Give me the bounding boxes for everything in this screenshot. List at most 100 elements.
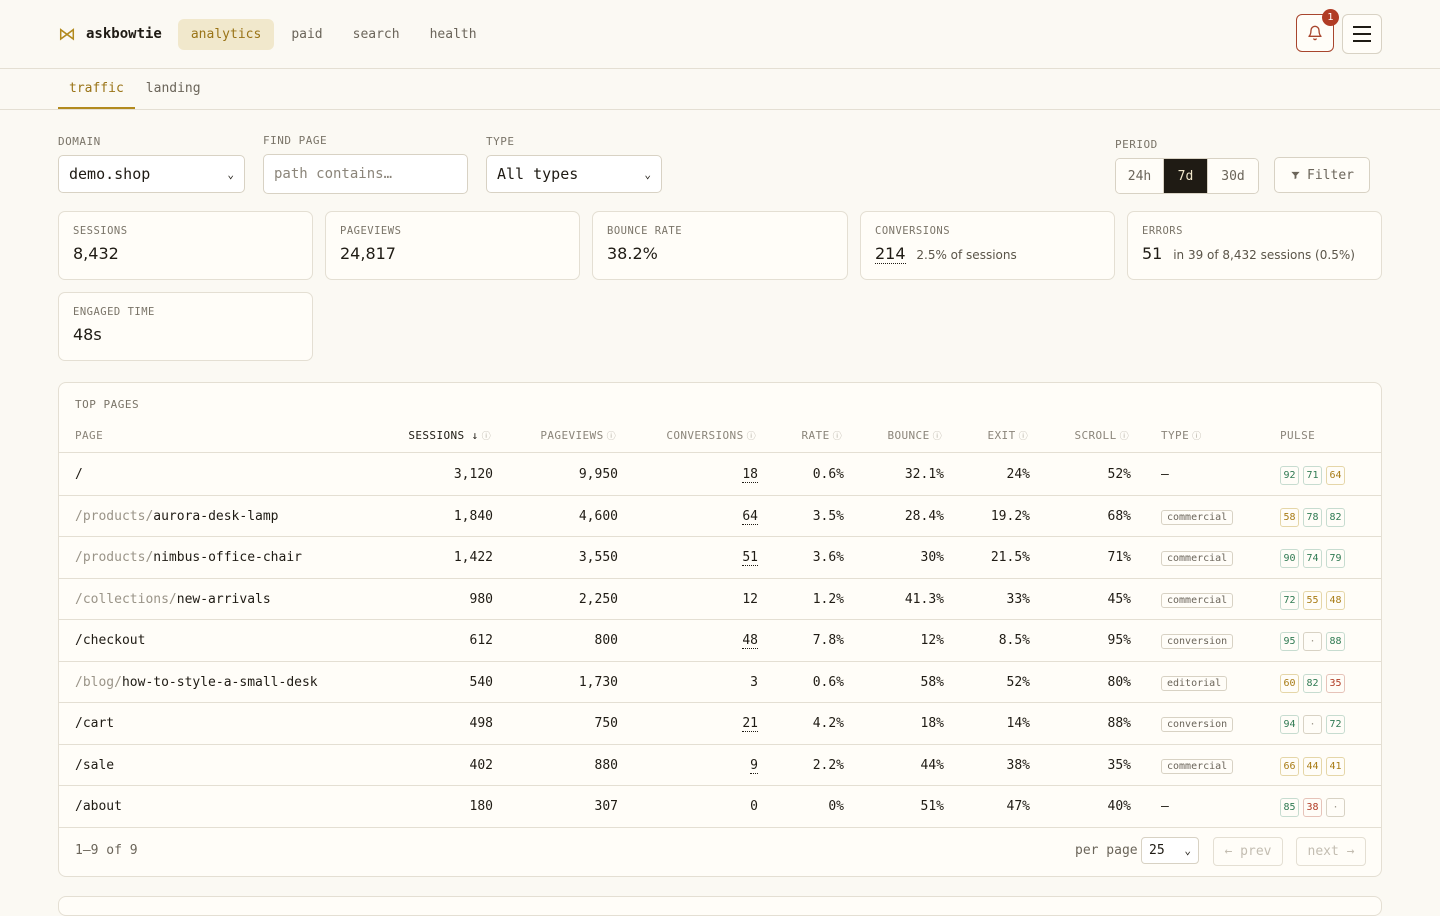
- info-icon[interactable]: ⓘ: [833, 432, 842, 442]
- page-path-link[interactable]: /cart: [75, 716, 114, 731]
- col-pageviews[interactable]: PAGEVIEWS ⓘ: [540, 429, 616, 442]
- notifications-button[interactable]: 1: [1296, 9, 1339, 52]
- info-icon[interactable]: ⓘ: [1120, 432, 1129, 442]
- page-path-link[interactable]: /blog/how-to-style-a-small-desk: [75, 675, 318, 690]
- pulse-chip[interactable]: 55: [1303, 590, 1322, 610]
- page-path-link[interactable]: /checkout: [75, 633, 145, 648]
- col-exit[interactable]: EXIT ⓘ: [988, 429, 1029, 442]
- col-page[interactable]: PAGE: [75, 429, 103, 442]
- page-path-link[interactable]: /collections/new-arrivals: [75, 592, 271, 607]
- type-badge: commercial: [1161, 551, 1234, 566]
- info-icon[interactable]: ⓘ: [747, 432, 756, 442]
- pulse-chip[interactable]: 72: [1280, 590, 1299, 610]
- cell-conversions[interactable]: 9: [750, 758, 758, 774]
- pulse-chip[interactable]: 95: [1280, 632, 1299, 651]
- tab-landing[interactable]: landing: [135, 69, 212, 109]
- cell-conversions[interactable]: 48: [742, 633, 758, 649]
- period-30d[interactable]: 30d: [1208, 159, 1258, 193]
- pulse-chip[interactable]: 72: [1326, 715, 1345, 734]
- page-path-link[interactable]: /about: [75, 799, 122, 814]
- card-label: PAGEVIEWS: [340, 225, 402, 237]
- table-row[interactable]: /cart 498 750 21 4.2% 18% 14% 88% conversion 94 · 7…: [59, 703, 1381, 745]
- pulse-chip[interactable]: 92: [1280, 466, 1299, 485]
- info-icon[interactable]: ⓘ: [1019, 432, 1028, 442]
- filter-button[interactable]: Filter: [1274, 157, 1370, 193]
- pulse-chip[interactable]: 94: [1280, 715, 1299, 734]
- col-bounce[interactable]: BOUNCE ⓘ: [887, 429, 942, 442]
- cell-bounce: 58%: [920, 674, 944, 690]
- pulse-chip[interactable]: ·: [1303, 632, 1322, 651]
- cell-bounce: 12%: [920, 633, 944, 648]
- pulse-chip[interactable]: 88: [1326, 632, 1345, 651]
- table-row[interactable]: / 3,120 9,950 18 0.6% 32.1% 24% 52% — 92 71 64: [59, 454, 1381, 496]
- page-path-link[interactable]: /products/aurora-desk-lamp: [75, 509, 279, 524]
- info-icon[interactable]: ⓘ: [933, 432, 942, 442]
- type-select[interactable]: All types ⌄: [486, 155, 662, 193]
- info-icon[interactable]: ⓘ: [1192, 432, 1201, 442]
- pulse-chip[interactable]: 71: [1303, 466, 1322, 485]
- table-row[interactable]: /products/nimbus-office-chair 1,422 3,550 5…: [59, 537, 1381, 579]
- pulse-chip[interactable]: 78: [1303, 507, 1322, 527]
- pulse-chip[interactable]: 74: [1303, 549, 1322, 568]
- per-page-select[interactable]: 25 ⌄: [1141, 837, 1199, 864]
- pulse-chip[interactable]: 90: [1280, 549, 1299, 568]
- tab-traffic[interactable]: traffic: [58, 69, 135, 109]
- col-pulse: PULSE: [1280, 429, 1316, 442]
- table-row[interactable]: /collections/new-arrivals 980 2,250 12 1.2% 4…: [59, 579, 1381, 620]
- card-value-link[interactable]: 214: [875, 244, 906, 264]
- nav-health[interactable]: health: [417, 19, 490, 50]
- nav-analytics[interactable]: analytics: [177, 18, 275, 50]
- menu-button[interactable]: [1342, 14, 1382, 54]
- col-conversions[interactable]: CONVERSIONS ⓘ: [666, 429, 756, 442]
- col-scroll[interactable]: SCROLL ⓘ: [1074, 429, 1129, 442]
- cell-conversions[interactable]: 64: [742, 509, 758, 525]
- pulse-chip[interactable]: 58: [1280, 507, 1299, 527]
- pulse-chip[interactable]: ·: [1303, 715, 1322, 734]
- nav-paid[interactable]: paid: [278, 19, 335, 50]
- domain-select[interactable]: demo.shop ⌄: [58, 155, 245, 193]
- pulse-chip[interactable]: 35: [1326, 673, 1345, 693]
- col-type[interactable]: TYPE ⓘ: [1161, 429, 1202, 442]
- next-page-button[interactable]: next →: [1296, 837, 1366, 866]
- info-icon[interactable]: ⓘ: [482, 432, 491, 442]
- prev-page-button[interactable]: ← prev: [1213, 837, 1283, 866]
- pulse-chip[interactable]: 79: [1326, 549, 1345, 568]
- pulse-chip[interactable]: 48: [1326, 590, 1345, 610]
- page-path-link[interactable]: /: [75, 467, 83, 482]
- card-label: ERRORS: [1142, 225, 1183, 237]
- table-row[interactable]: /checkout 612 800 48 7.8% 12% 8.5% 95% conversio…: [59, 620, 1381, 662]
- table-row[interactable]: /sale 402 880 9 2.2% 44% 38% 35% commercial 66 44 4…: [59, 745, 1381, 786]
- col-sessions[interactable]: SESSIONS ↓ ⓘ: [408, 429, 491, 442]
- nav-search[interactable]: search: [340, 19, 413, 50]
- page-path-link[interactable]: /products/nimbus-office-chair: [75, 550, 302, 565]
- cell-conversions[interactable]: 18: [742, 467, 758, 483]
- pulse-chip[interactable]: 85: [1280, 798, 1299, 817]
- cell-bounce: 41.3%: [904, 591, 944, 607]
- page-path: how-to-style-a-small-desk: [121, 674, 318, 690]
- brand[interactable]: ⋈ askbowtie: [58, 24, 162, 45]
- page-path: /about: [75, 799, 122, 814]
- col-rate[interactable]: RATE ⓘ: [802, 429, 843, 442]
- cell-conversions[interactable]: 21: [742, 716, 758, 732]
- find-page-input[interactable]: path contains…: [263, 154, 468, 194]
- pulse-chip[interactable]: ·: [1326, 798, 1345, 817]
- table-row[interactable]: /about 180 307 0 0% 51% 47% 40% — 85 38 ·: [59, 786, 1381, 828]
- period-7d[interactable]: 7d: [1164, 159, 1208, 193]
- pulse-chip[interactable]: 41: [1326, 756, 1345, 776]
- cell-pageviews: 1,730: [578, 674, 618, 690]
- cell-conversions[interactable]: 51: [742, 550, 758, 566]
- pulse-chip[interactable]: 44: [1303, 756, 1322, 776]
- table-row[interactable]: /products/aurora-desk-lamp 1,840 4,600 64 3.…: [59, 496, 1381, 537]
- card-subtext: 2.5% of sessions: [916, 248, 1017, 262]
- pulse-chip[interactable]: 82: [1326, 507, 1345, 527]
- period-24h[interactable]: 24h: [1116, 159, 1164, 193]
- card-value: 24,817: [340, 244, 396, 263]
- table-row[interactable]: /blog/how-to-style-a-small-desk 540 1,730 3…: [59, 662, 1381, 703]
- pulse-chip[interactable]: 82: [1303, 673, 1322, 693]
- page-path-link[interactable]: /sale: [75, 758, 114, 773]
- pulse-chip[interactable]: 66: [1280, 756, 1299, 776]
- info-icon[interactable]: ⓘ: [607, 432, 616, 442]
- pulse-chip[interactable]: 38: [1303, 798, 1322, 817]
- pulse-chip[interactable]: 64: [1326, 466, 1345, 485]
- pulse-chip[interactable]: 60: [1280, 673, 1299, 693]
